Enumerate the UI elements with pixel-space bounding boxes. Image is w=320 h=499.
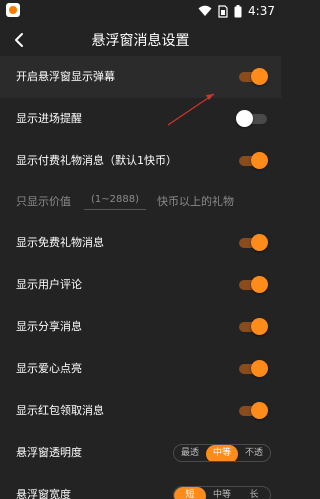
setting-row-user-comments[interactable]: 显示用户评论 xyxy=(0,264,281,306)
red-packet-toggle[interactable] xyxy=(239,402,268,420)
setting-row-paid-gift[interactable]: 显示付费礼物消息（默认1快币） xyxy=(0,140,281,182)
width-option-long[interactable]: 长 xyxy=(238,487,270,499)
setting-row-heart-lit[interactable]: 显示爱心点亮 xyxy=(0,348,281,390)
setting-label: 显示免费礼物消息 xyxy=(16,236,104,249)
setting-label: 悬浮窗透明度 xyxy=(16,446,82,459)
toggle-knob xyxy=(251,152,268,169)
opacity-selector: 最透 中等 不透 xyxy=(173,444,271,462)
opacity-option-opaque[interactable]: 不透 xyxy=(238,445,270,461)
toggle-knob xyxy=(251,318,268,335)
toggle-knob xyxy=(251,276,268,293)
setting-label: 显示红包领取消息 xyxy=(16,404,104,417)
setting-label: 显示用户评论 xyxy=(16,278,82,291)
wifi-icon xyxy=(198,5,212,16)
paid-gift-toggle[interactable] xyxy=(239,152,268,170)
toggle-knob xyxy=(251,234,268,251)
sim-icon xyxy=(218,4,228,18)
toggle-knob xyxy=(251,360,268,377)
gift-value-filter: 只显示价值 快币以上的礼物 xyxy=(0,182,281,218)
setting-row-red-packet[interactable]: 显示红包领取消息 xyxy=(0,390,281,432)
setting-label: 开启悬浮窗显示弹幕 xyxy=(16,70,115,83)
gift-value-input[interactable] xyxy=(84,190,146,210)
page-title: 悬浮窗消息设置 xyxy=(91,33,190,49)
setting-label: 显示爱心点亮 xyxy=(16,362,82,375)
width-option-short[interactable]: 短 xyxy=(174,487,206,499)
setting-label: 显示进场提醒 xyxy=(16,112,82,125)
status-icons: 4:37 xyxy=(198,2,275,20)
opacity-option-medium[interactable]: 中等 xyxy=(206,445,238,461)
width-option-medium[interactable]: 中等 xyxy=(206,487,238,499)
share-messages-toggle[interactable] xyxy=(239,318,268,336)
toggle-knob xyxy=(251,68,268,85)
status-bar: 4:37 xyxy=(0,0,281,22)
status-time: 4:37 xyxy=(248,4,275,18)
value-filter-prefix: 只显示价值 xyxy=(16,195,71,208)
heart-lit-toggle[interactable] xyxy=(239,360,268,378)
setting-label: 显示付费礼物消息（默认1快币） xyxy=(16,154,177,167)
setting-row-width: 悬浮窗宽度 短 中等 长 xyxy=(0,474,281,499)
setting-row-opacity: 悬浮窗透明度 最透 中等 不透 xyxy=(0,432,281,474)
setting-row-free-gift[interactable]: 显示免费礼物消息 xyxy=(0,222,281,264)
opacity-option-most-transparent[interactable]: 最透 xyxy=(174,445,206,461)
value-filter-suffix: 快币以上的礼物 xyxy=(157,195,234,208)
setting-row-share-messages[interactable]: 显示分享消息 xyxy=(0,306,281,348)
setting-label: 显示分享消息 xyxy=(16,320,82,333)
free-gift-toggle[interactable] xyxy=(239,234,268,252)
setting-row-entry-reminder[interactable]: 显示进场提醒 xyxy=(0,98,281,140)
battery-icon xyxy=(234,4,242,17)
setting-label: 悬浮窗宽度 xyxy=(16,488,71,499)
toggle-knob xyxy=(251,402,268,419)
width-selector: 短 中等 长 xyxy=(173,486,271,499)
app-icon xyxy=(6,3,20,17)
user-comments-toggle[interactable] xyxy=(239,276,268,294)
entry-reminder-toggle[interactable] xyxy=(236,110,267,128)
setting-row-floating-danmaku[interactable]: 开启悬浮窗显示弹幕 xyxy=(0,56,281,98)
title-bar: 悬浮窗消息设置 xyxy=(0,22,281,58)
floating-danmaku-toggle[interactable] xyxy=(239,68,268,86)
toggle-knob xyxy=(236,110,253,127)
